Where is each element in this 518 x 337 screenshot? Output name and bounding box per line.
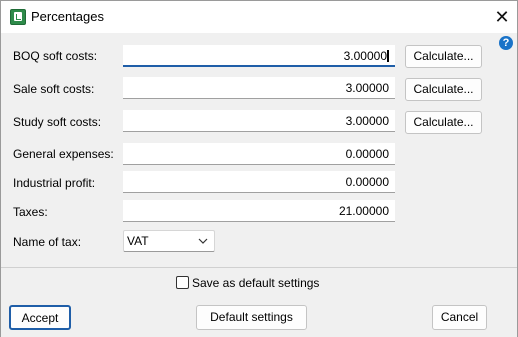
spreadsheet-icon [10, 9, 26, 25]
sale-calculate-button[interactable]: Calculate... [405, 78, 482, 101]
boq-soft-costs-value: 3.00000 [343, 49, 387, 63]
name-of-tax-value: VAT [127, 234, 149, 248]
boq-soft-costs-input[interactable]: 3.00000 [123, 45, 395, 67]
text-caret [387, 50, 389, 62]
cancel-button[interactable]: Cancel [432, 305, 487, 330]
help-icon[interactable]: ? [499, 36, 513, 50]
name-of-tax-label: Name of tax: [13, 235, 82, 249]
default-settings-button[interactable]: Default settings [196, 305, 307, 330]
percentages-dialog: Percentages ✕ ? BOQ soft costs: 3.00000 … [0, 0, 518, 337]
chevron-down-icon [198, 238, 208, 244]
close-icon[interactable]: ✕ [487, 4, 517, 30]
save-default-label[interactable]: Save as default settings [192, 276, 319, 290]
name-of-tax-select[interactable]: VAT [123, 230, 215, 252]
window-title: Percentages [31, 9, 104, 24]
taxes-label: Taxes: [13, 205, 48, 219]
general-expenses-input[interactable]: 0.00000 [123, 143, 395, 165]
sale-soft-costs-input[interactable]: 3.00000 [123, 77, 395, 99]
industrial-profit-input[interactable]: 0.00000 [123, 171, 395, 193]
taxes-input[interactable]: 21.00000 [123, 200, 395, 222]
title-bar: Percentages ✕ [1, 1, 517, 33]
industrial-profit-label: Industrial profit: [13, 176, 96, 190]
general-expenses-label: General expenses: [13, 147, 114, 161]
boq-calculate-button[interactable]: Calculate... [405, 45, 482, 68]
accept-button[interactable]: Accept [9, 305, 71, 330]
boq-soft-costs-label: BOQ soft costs: [13, 49, 98, 63]
study-calculate-button[interactable]: Calculate... [405, 111, 482, 134]
sale-soft-costs-label: Sale soft costs: [13, 82, 95, 96]
save-default-checkbox[interactable] [176, 276, 189, 289]
study-soft-costs-label: Study soft costs: [13, 115, 102, 129]
study-soft-costs-input[interactable]: 3.00000 [123, 110, 395, 132]
